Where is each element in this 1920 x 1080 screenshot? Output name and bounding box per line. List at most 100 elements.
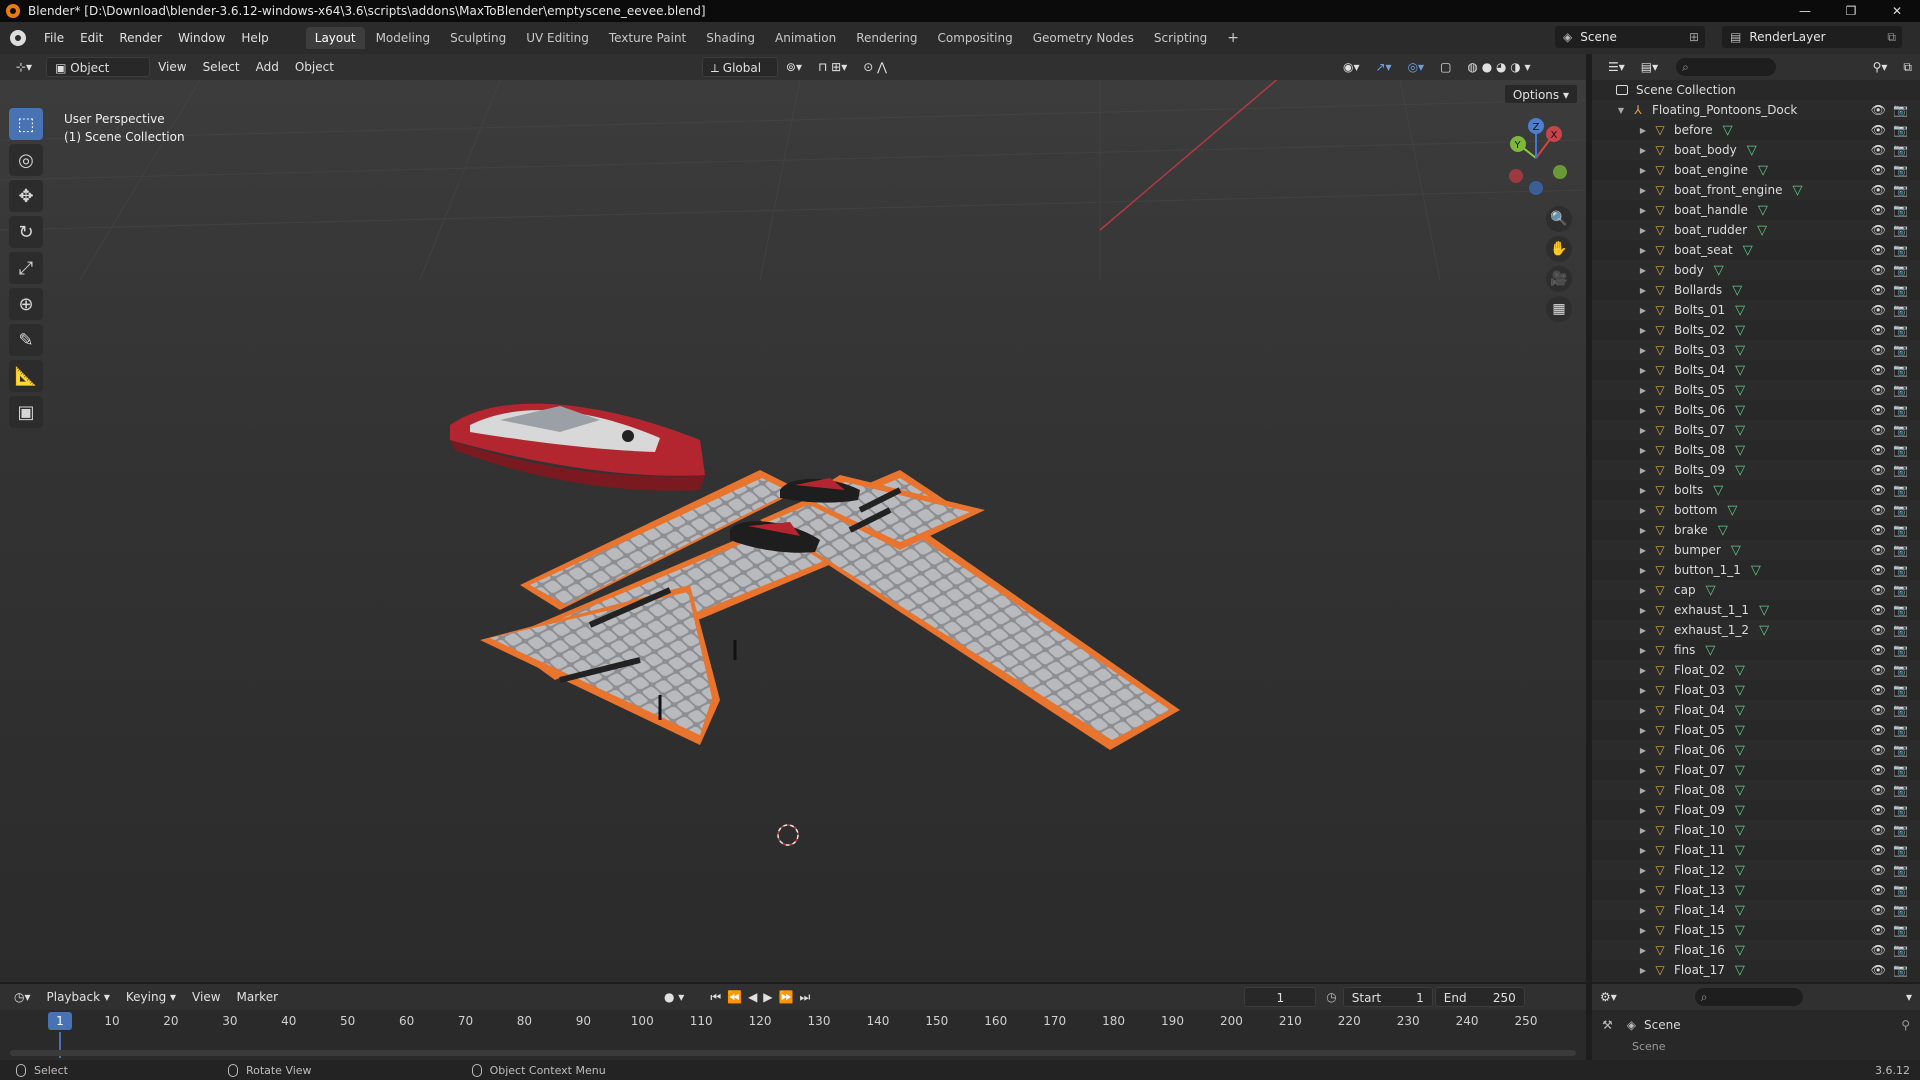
mesh-data-icon[interactable]: ▽ — [1735, 863, 1745, 878]
expand-arrow-icon[interactable]: ▶ — [1638, 506, 1648, 515]
outliner-row[interactable]: ▶ ▽ Float_08 ▽ 👁 📷 — [1592, 780, 1920, 800]
visibility-eye-icon[interactable]: 👁 — [1871, 343, 1886, 357]
pin-properties-icon[interactable]: ⚲ — [1901, 1018, 1910, 1032]
filter-icon[interactable]: ⚲▾ — [1865, 57, 1896, 77]
expand-arrow-icon[interactable]: ▶ — [1638, 926, 1648, 935]
menu-object[interactable]: Object — [287, 57, 342, 77]
mesh-data-icon[interactable]: ▽ — [1735, 323, 1745, 338]
expand-arrow-icon[interactable]: ▶ — [1638, 706, 1648, 715]
menu-edit[interactable]: Edit — [72, 22, 111, 54]
record-icon[interactable]: ● ▾ — [656, 987, 692, 1007]
expand-arrow-icon[interactable]: ▶ — [1638, 126, 1648, 135]
menu-view[interactable]: View — [150, 57, 194, 77]
mesh-data-icon[interactable]: ▽ — [1735, 823, 1745, 838]
mesh-data-icon[interactable]: ▽ — [1743, 243, 1753, 258]
expand-arrow-icon[interactable]: ▶ — [1638, 686, 1648, 695]
outliner-row[interactable]: ▶ ▽ Float_02 ▽ 👁 📷 — [1592, 660, 1920, 680]
minimize-button[interactable]: — — [1782, 0, 1828, 22]
render-camera-icon[interactable]: 📷 — [1893, 783, 1908, 797]
move-tool-icon[interactable]: ✥ — [9, 180, 43, 212]
render-camera-icon[interactable]: 📷 — [1893, 843, 1908, 857]
render-camera-icon[interactable]: 📷 — [1893, 903, 1908, 917]
outliner-row[interactable]: ▶ ▽ Float_04 ▽ 👁 📷 — [1592, 700, 1920, 720]
visibility-eye-icon[interactable]: 👁 — [1871, 503, 1886, 517]
outliner-row[interactable]: ▶ ▽ brake ▽ 👁 📷 — [1592, 520, 1920, 540]
expand-arrow-icon[interactable]: ▶ — [1638, 146, 1648, 155]
collapse-arrow-icon[interactable]: ▼ — [1616, 106, 1626, 115]
outliner-row[interactable]: ▶ ▽ Float_17 ▽ 👁 📷 — [1592, 960, 1920, 980]
outliner-row[interactable]: ▶ ▽ Float_05 ▽ 👁 📷 — [1592, 720, 1920, 740]
expand-arrow-icon[interactable]: ▶ — [1638, 666, 1648, 675]
outliner-row[interactable]: ▶ ▽ Bolts_06 ▽ 👁 📷 — [1592, 400, 1920, 420]
blender-menu-icon[interactable] — [10, 30, 26, 46]
visibility-eye-icon[interactable]: 👁 — [1871, 543, 1886, 557]
outliner-row[interactable]: ▶ ▽ before ▽ 👁 📷 — [1592, 120, 1920, 140]
current-frame-marker[interactable]: 1 — [48, 1012, 72, 1030]
pin-icon[interactable]: ⊞ — [1689, 30, 1699, 44]
outliner-row[interactable]: ▶ ▽ body ▽ 👁 📷 — [1592, 260, 1920, 280]
mesh-data-icon[interactable]: ▽ — [1706, 583, 1716, 598]
render-camera-icon[interactable]: 📷 — [1893, 263, 1908, 277]
outliner-row[interactable]: ▶ ▽ Float_15 ▽ 👁 📷 — [1592, 920, 1920, 940]
scene-selector[interactable]: ◈ Scene ⊞ — [1555, 26, 1705, 48]
visibility-eye-icon[interactable]: 👁 — [1871, 863, 1886, 877]
render-camera-icon[interactable]: 📷 — [1893, 463, 1908, 477]
mesh-data-icon[interactable]: ▽ — [1735, 963, 1745, 978]
mesh-data-icon[interactable]: ▽ — [1735, 743, 1745, 758]
visibility-eye-icon[interactable]: 👁 — [1871, 483, 1886, 497]
outliner-row[interactable]: ▶ ▽ Float_14 ▽ 👁 📷 — [1592, 900, 1920, 920]
end-frame-field[interactable]: End 250 — [1434, 987, 1525, 1007]
visibility-eye-icon[interactable]: 👁 — [1871, 163, 1886, 177]
measure-tool-icon[interactable]: 📐 — [9, 360, 43, 392]
render-camera-icon[interactable]: 📷 — [1893, 763, 1908, 777]
visibility-eye-icon[interactable]: 👁 — [1871, 323, 1886, 337]
mesh-data-icon[interactable]: ▽ — [1735, 803, 1745, 818]
mesh-data-icon[interactable]: ▽ — [1758, 203, 1768, 218]
tab-animation[interactable]: Animation — [766, 27, 845, 49]
visibility-eye-icon[interactable]: 👁 — [1871, 383, 1886, 397]
expand-arrow-icon[interactable]: ▶ — [1638, 626, 1648, 635]
mesh-data-icon[interactable]: ▽ — [1759, 603, 1769, 618]
render-camera-icon[interactable]: 📷 — [1893, 603, 1908, 617]
menu-timeline-view[interactable]: View — [184, 987, 228, 1007]
expand-arrow-icon[interactable]: ▶ — [1638, 426, 1648, 435]
expand-arrow-icon[interactable]: ▶ — [1638, 286, 1648, 295]
render-camera-icon[interactable]: 📷 — [1893, 203, 1908, 217]
render-camera-icon[interactable]: 📷 — [1893, 643, 1908, 657]
expand-arrow-icon[interactable]: ▶ — [1638, 206, 1648, 215]
visibility-eye-icon[interactable]: 👁 — [1871, 783, 1886, 797]
visibility-eye-icon[interactable]: 👁 — [1871, 643, 1886, 657]
outliner-row[interactable]: ▶ ▽ Bolts_01 ▽ 👁 📷 — [1592, 300, 1920, 320]
render-camera-icon[interactable]: 📷 — [1893, 803, 1908, 817]
tab-modeling[interactable]: Modeling — [367, 27, 440, 49]
select-box-tool-icon[interactable]: ⬚ — [9, 108, 43, 140]
visibility-eye-icon[interactable]: 👁 — [1871, 183, 1886, 197]
outliner-row[interactable]: ▶ ▽ Bolts_02 ▽ 👁 📷 — [1592, 320, 1920, 340]
tab-scripting[interactable]: Scripting — [1145, 27, 1216, 49]
render-camera-icon[interactable]: 📷 — [1893, 503, 1908, 517]
expand-arrow-icon[interactable]: ▶ — [1638, 466, 1648, 475]
expand-arrow-icon[interactable]: ▶ — [1638, 866, 1648, 875]
duplicate-layer-icon[interactable]: ⧉ — [1887, 30, 1896, 45]
render-camera-icon[interactable]: 📷 — [1893, 743, 1908, 757]
expand-arrow-icon[interactable]: ▶ — [1638, 886, 1648, 895]
orientation-dropdown[interactable]: ⟂ Global ▾ — [701, 57, 778, 95]
outliner-row[interactable]: ▶ ▽ Float_13 ▽ 👁 📷 — [1592, 880, 1920, 900]
menu-window[interactable]: Window — [170, 22, 233, 54]
mesh-data-icon[interactable]: ▽ — [1727, 503, 1737, 518]
mesh-data-icon[interactable]: ▽ — [1735, 423, 1745, 438]
render-camera-icon[interactable]: 📷 — [1893, 243, 1908, 257]
tool-tab-icon[interactable]: ⚒ — [1602, 1018, 1613, 1032]
visibility-eye-icon[interactable]: 👁 — [1871, 143, 1886, 157]
outliner-row[interactable]: ▶ ▽ Float_06 ▽ 👁 📷 — [1592, 740, 1920, 760]
mesh-data-icon[interactable]: ▽ — [1793, 183, 1803, 198]
visibility-eye-icon[interactable]: 👁 — [1871, 683, 1886, 697]
playback-controls[interactable]: ⏮⏪◀▶⏩⏭ — [702, 987, 824, 1007]
properties-options-icon[interactable]: ▾ — [1898, 987, 1920, 1007]
render-camera-icon[interactable]: 📷 — [1893, 703, 1908, 717]
visibility-eye-icon[interactable]: 👁 — [1871, 463, 1886, 477]
visibility-eye-icon[interactable]: 👁 — [1871, 563, 1886, 577]
mesh-data-icon[interactable]: ▽ — [1735, 943, 1745, 958]
visibility-eye-icon[interactable]: 👁 — [1871, 283, 1886, 297]
timeline-editor-icon[interactable]: ◷▾ — [6, 987, 39, 1007]
